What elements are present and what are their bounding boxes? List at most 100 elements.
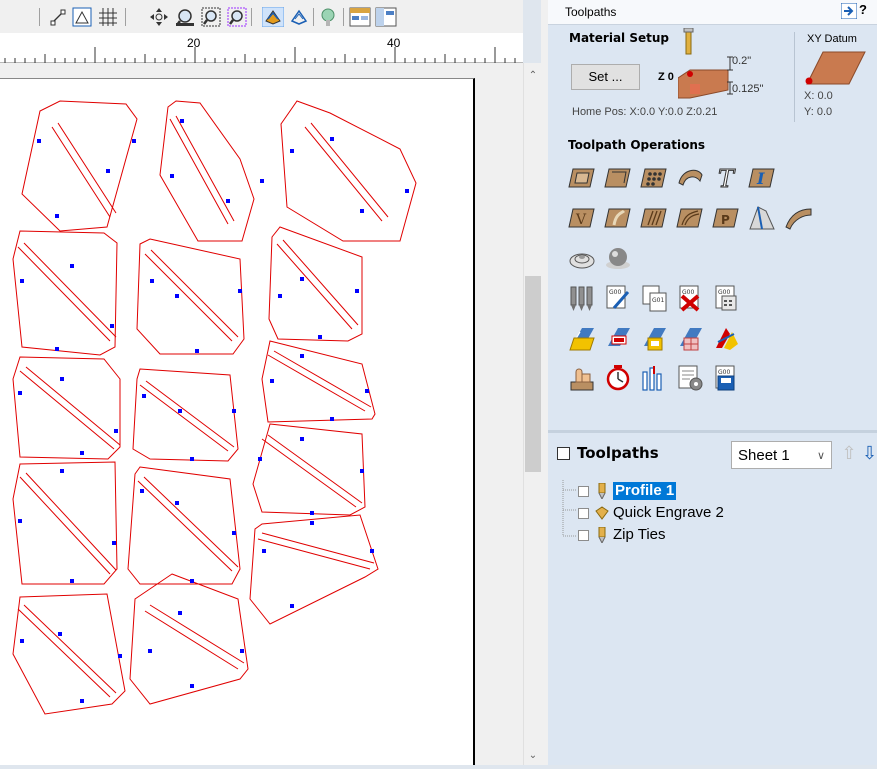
material-sheet[interactable] — [0, 78, 475, 765]
end-mill-icon — [595, 483, 609, 499]
panel-part[interactable] — [129, 573, 249, 705]
toolpath-summary-icon[interactable] — [638, 363, 670, 393]
profile-toolpath-icon[interactable] — [566, 163, 598, 193]
move-up-arrow-icon[interactable]: ⇧ — [839, 443, 859, 469]
toolpath-preview-icon[interactable] — [262, 6, 284, 28]
xy-datum-x: X: 0.0 — [804, 90, 833, 102]
sphere-icon[interactable] — [602, 243, 634, 273]
material-setup-title: Material Setup — [569, 31, 669, 45]
layout-icon[interactable] — [349, 6, 371, 28]
toolpaths-title: Toolpaths — [577, 444, 659, 462]
pocket-toolpath-icon[interactable] — [602, 163, 634, 193]
moulding-toolpath-icon[interactable] — [674, 203, 706, 233]
drilling-toolpath-icon[interactable] — [638, 163, 670, 193]
snap-grid-icon[interactable] — [71, 6, 93, 28]
toolpath-item[interactable]: Zip Ties — [578, 526, 666, 544]
toolpath-hide-icon[interactable] — [288, 6, 310, 28]
sheet-select[interactable]: Sheet 1 ∨ — [731, 441, 832, 469]
panel-part[interactable] — [132, 368, 239, 462]
drawing-view: 20 40 ⌃ ⌄ — [0, 0, 542, 765]
pan-icon[interactable] — [148, 6, 170, 28]
section-divider[interactable] — [548, 430, 877, 433]
svg-text:G00: G00 — [718, 289, 730, 296]
panel-part[interactable] — [249, 514, 379, 625]
merge-gcode-icon[interactable]: G01 — [638, 283, 670, 313]
scroll-down-arrow-icon[interactable]: ⌄ — [524, 747, 542, 765]
decal-toolpath-icon[interactable]: P — [710, 203, 742, 233]
toolpath-database-icon[interactable] — [674, 323, 706, 353]
multi-tool-icon[interactable] — [566, 283, 598, 313]
prism-toolpath-icon[interactable] — [638, 203, 670, 233]
panel-part[interactable] — [261, 340, 376, 423]
select-node-icon[interactable] — [47, 6, 69, 28]
toolbar-separator — [125, 8, 126, 26]
home-position: Home Pos: X:0.0 Y:0.0 Z:0.21 — [572, 106, 718, 118]
view-toolbar — [0, 0, 523, 33]
toolpath-checkbox[interactable] — [578, 485, 589, 497]
panels-icon[interactable] — [375, 6, 397, 28]
3d-finishing-icon[interactable] — [782, 203, 814, 233]
toolbar-separator — [251, 8, 252, 26]
panel-part[interactable] — [268, 226, 363, 342]
panel-part[interactable] — [159, 100, 255, 242]
svg-text:T: T — [718, 165, 736, 191]
texture-toolpath-icon[interactable]: I — [746, 163, 778, 193]
zoom-extents-icon[interactable] — [200, 6, 222, 28]
panel-part[interactable] — [136, 238, 245, 355]
zoom-selected-icon[interactable] — [226, 6, 248, 28]
toolpath-item[interactable]: Profile 1 — [578, 482, 677, 500]
toolpaths-panel: Toolpaths ? Material Setup 0.2" 0.125" S… — [548, 0, 877, 765]
preview-material-icon[interactable] — [566, 363, 598, 393]
panel-part[interactable] — [12, 356, 121, 460]
scrollbar-thumb[interactable] — [525, 276, 541, 472]
inlay-toolpath-icon[interactable] — [674, 163, 706, 193]
material-set-button[interactable]: Set ... — [571, 64, 640, 90]
toolpath-checkbox[interactable] — [578, 507, 589, 519]
panel-part[interactable] — [252, 423, 366, 516]
text-engrave-icon[interactable]: T — [710, 163, 742, 193]
toolpath-folder-icon[interactable] — [566, 323, 598, 353]
edit-gcode-icon[interactable]: G00 — [602, 283, 634, 313]
panel-part[interactable] — [127, 466, 241, 585]
toolpath-label: Quick Engrave 2 — [613, 504, 724, 521]
toolpath-checkbox[interactable] — [578, 529, 589, 541]
save-toolpath-icon[interactable]: G00 — [710, 363, 742, 393]
svg-text:G00: G00 — [609, 289, 621, 296]
move-down-arrow-icon[interactable]: ⇩ — [862, 443, 877, 469]
svg-text:G00: G00 — [682, 289, 694, 296]
panel-part[interactable] — [12, 230, 118, 356]
toolpath-item[interactable]: Quick Engrave 2 — [578, 504, 724, 522]
xy-datum-icon[interactable] — [803, 48, 867, 88]
calculate-gcode-icon[interactable]: G00 — [710, 283, 742, 313]
material-top-dim: 0.2" — [732, 55, 752, 67]
svg-text:G00: G00 — [718, 369, 730, 376]
toolpath-import-icon[interactable] — [638, 323, 670, 353]
help-icon[interactable]: ? — [859, 2, 867, 17]
zoom-box-icon[interactable] — [174, 6, 196, 28]
setup-sheet-icon[interactable] — [674, 363, 706, 393]
vertical-scrollbar[interactable]: ⌃ ⌄ — [523, 63, 542, 765]
scroll-up-arrow-icon[interactable]: ⌃ — [524, 67, 542, 85]
panel-part[interactable] — [21, 100, 138, 232]
3d-roughing-icon[interactable] — [746, 203, 778, 233]
time-estimate-icon[interactable] — [602, 363, 634, 393]
toolpath-tree: Profile 1 Quick Engrave 2 Zip Ties — [548, 480, 877, 560]
splitter[interactable] — [541, 0, 548, 765]
material-icon[interactable] — [317, 6, 339, 28]
grid-icon[interactable] — [97, 6, 119, 28]
toolpath-label: Zip Ties — [613, 526, 666, 543]
toolpath-merge-icon[interactable] — [710, 323, 742, 353]
panel-part[interactable] — [12, 461, 118, 585]
panel-part[interactable] — [280, 100, 417, 242]
vector-drawing[interactable] — [0, 79, 473, 766]
pin-icon[interactable] — [841, 3, 857, 19]
fluting-toolpath-icon[interactable] — [602, 203, 634, 233]
panel-part[interactable] — [12, 593, 126, 715]
delete-gcode-icon[interactable]: G00 — [674, 283, 706, 313]
ruler-label-40: 40 — [387, 36, 401, 50]
toolpaths-show-all-checkbox[interactable] — [557, 447, 570, 460]
3d-profiling-icon[interactable] — [566, 243, 598, 273]
toolpath-template-icon[interactable] — [602, 323, 634, 353]
v-carve-icon[interactable]: V — [566, 203, 598, 233]
toolbar-separator — [39, 8, 40, 26]
